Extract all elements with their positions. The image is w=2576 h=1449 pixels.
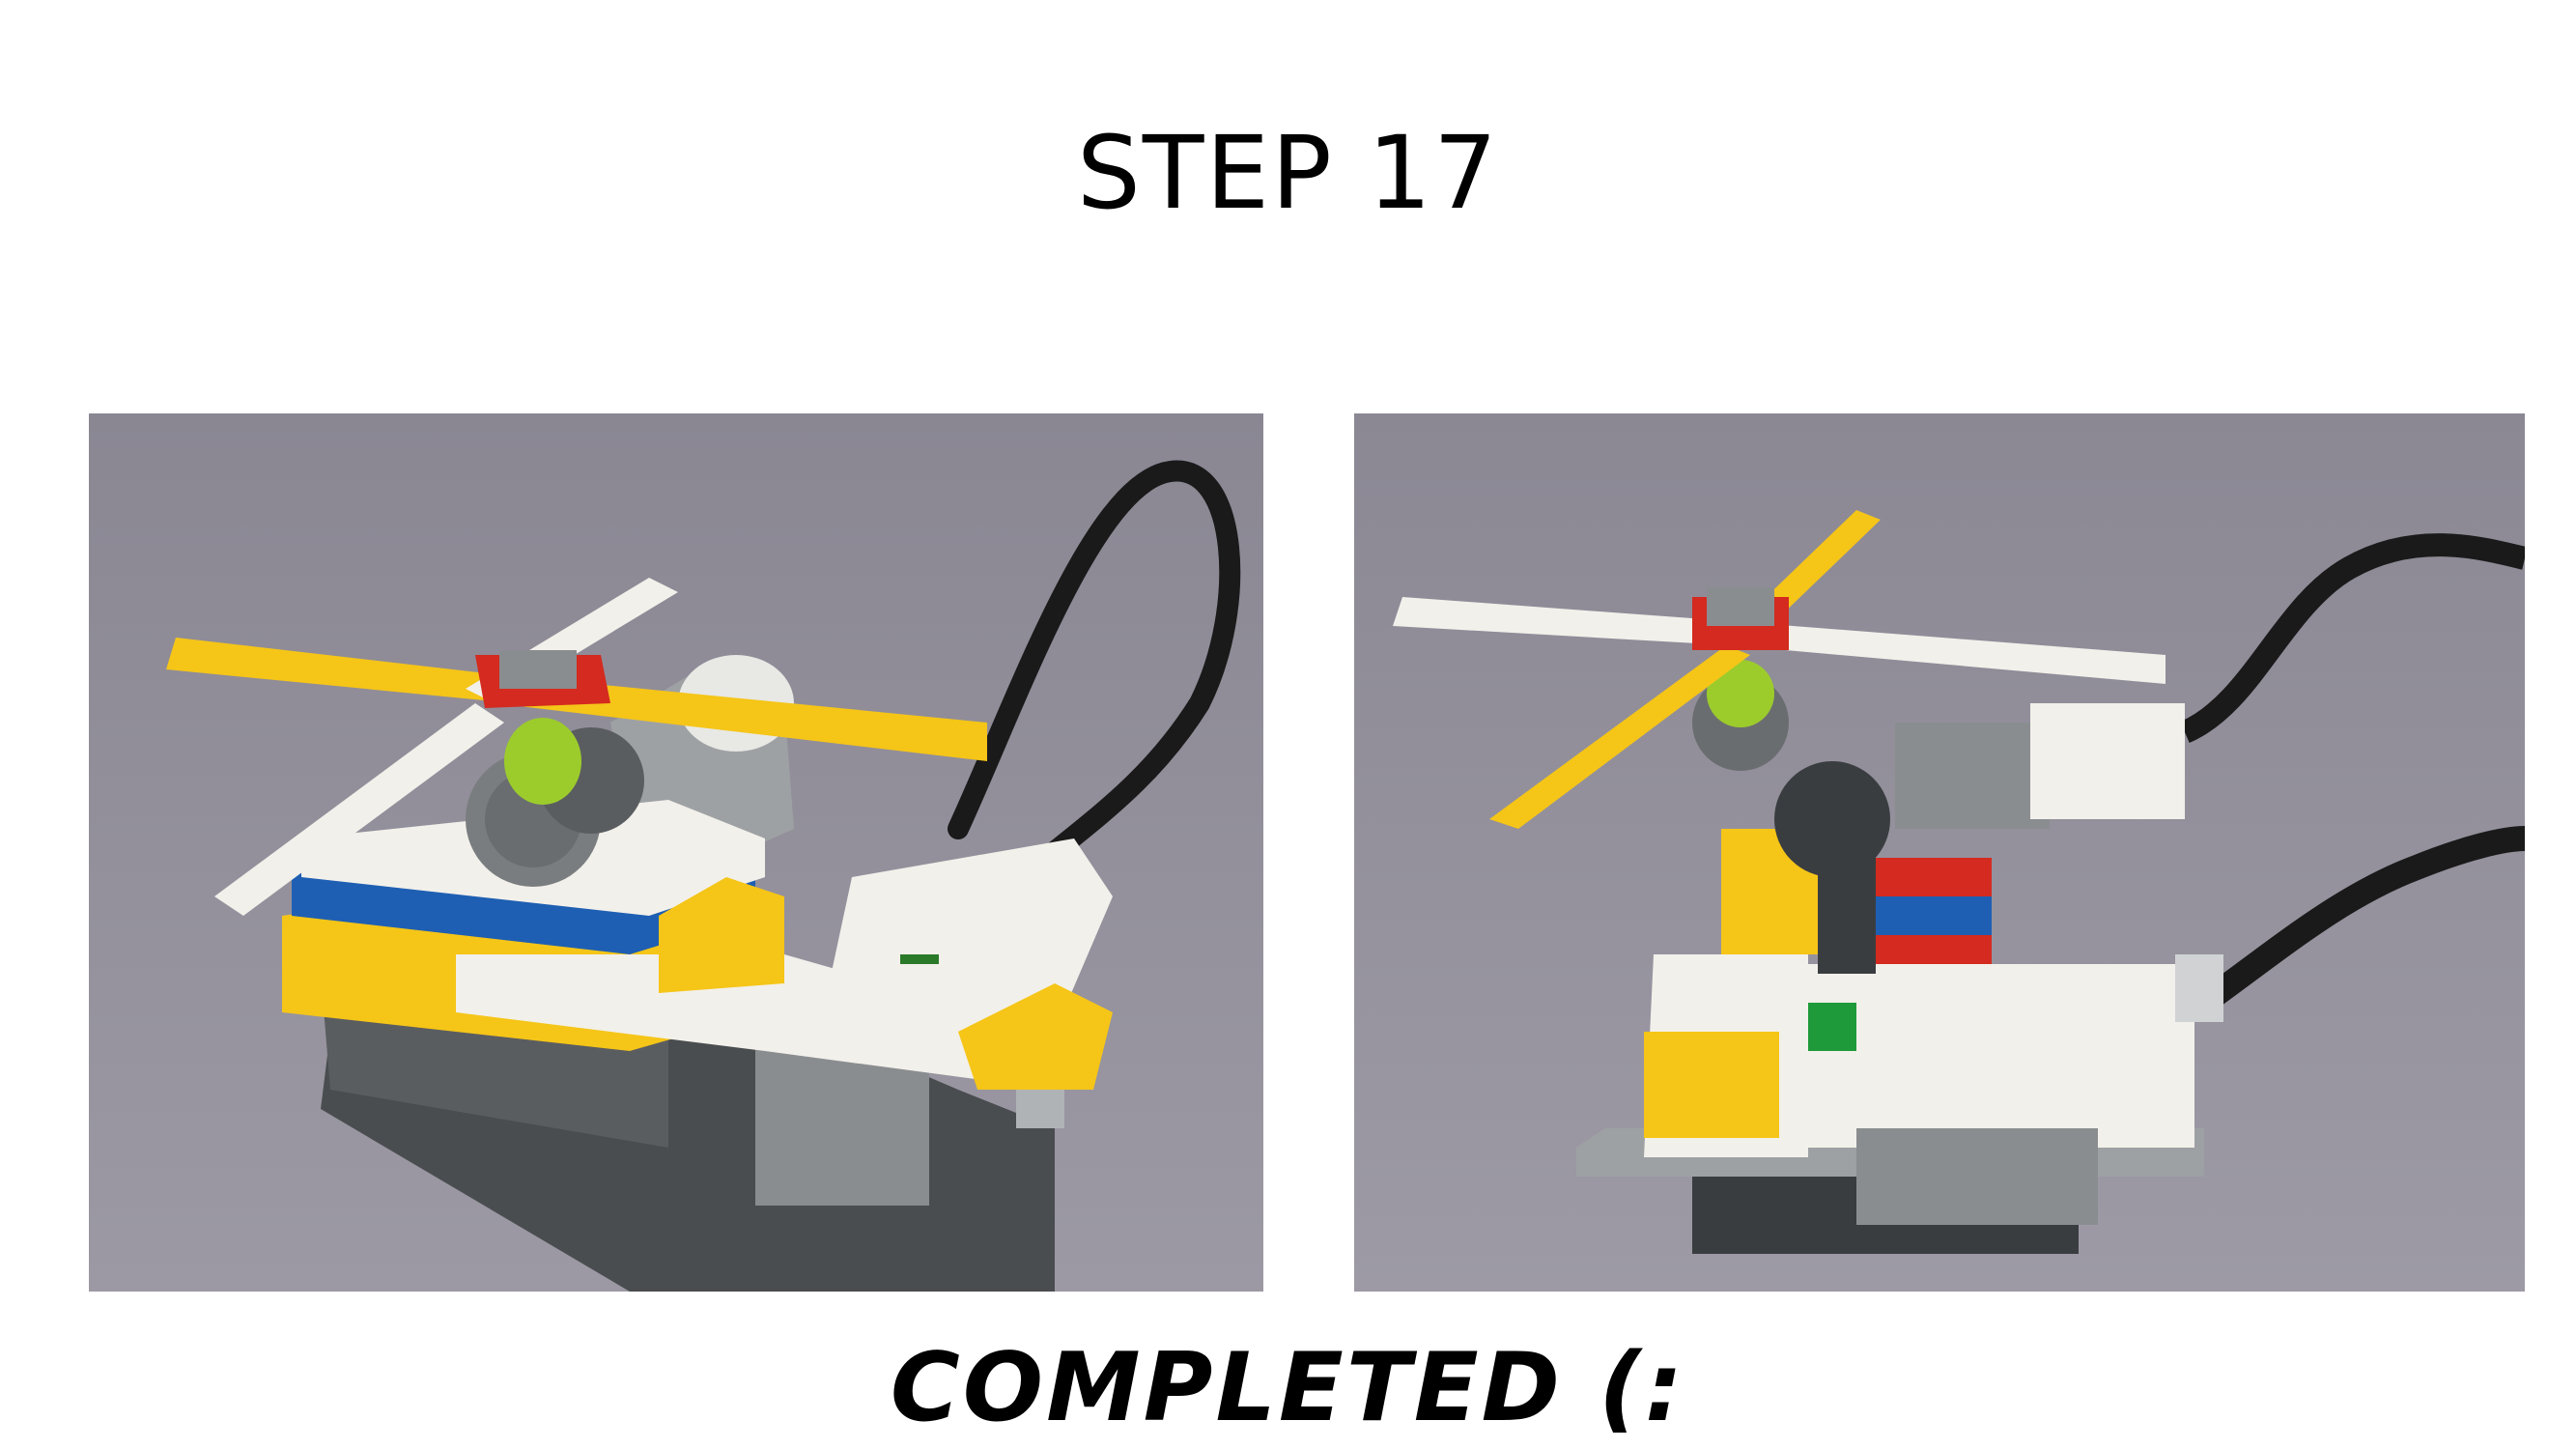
- helicopter-front-illustration: [89, 413, 1263, 1292]
- slide-title: STEP 17: [1076, 114, 1500, 232]
- completed-caption: COMPLETED (:: [890, 1333, 1686, 1443]
- helicopter-side-illustration: [1354, 413, 2525, 1292]
- photo-helicopter-front: [89, 413, 1263, 1292]
- photo-helicopter-side: [1354, 413, 2525, 1292]
